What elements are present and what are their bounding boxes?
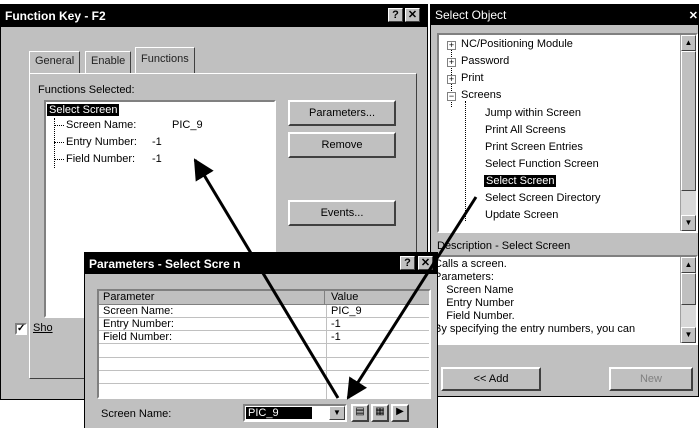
description-line: Entry Number [434, 297, 515, 309]
expand-icon[interactable]: + [447, 41, 456, 50]
browse-icon[interactable]: ▤ [351, 404, 369, 422]
tree-scrollbar[interactable]: ▲ ▼ [680, 35, 696, 231]
tree-item-nc-positioning[interactable]: NC/Positioning Module [461, 38, 573, 50]
description-line: Calls a screen. [434, 258, 507, 270]
scroll-thumb[interactable] [681, 273, 696, 305]
screen-name-value: PIC_9 [246, 407, 312, 419]
tree-item-entry-number[interactable]: Entry Number: -1 [66, 136, 162, 148]
tree-item-screen-name[interactable]: Screen Name: PIC_9 [66, 119, 203, 131]
scroll-down-icon[interactable]: ▼ [681, 215, 696, 231]
table-row[interactable]: Screen Name: PIC_9 [99, 305, 429, 318]
tree-item-password[interactable]: Password [461, 55, 509, 67]
select-object-close-icon[interactable]: ✕ [689, 9, 698, 22]
tree-item-select-screen-directory[interactable]: Select Screen Directory [485, 192, 601, 204]
remove-button[interactable]: Remove [288, 132, 396, 158]
scroll-thumb[interactable] [681, 51, 696, 191]
help-icon[interactable]: ? [400, 256, 415, 270]
description-line: Screen Name [434, 284, 514, 296]
parameters-table[interactable]: Parameter Value Screen Name: PIC_9 Entry… [97, 289, 431, 399]
table-row[interactable]: Entry Number: -1 [99, 318, 429, 331]
chevron-down-icon[interactable]: ▼ [329, 406, 345, 420]
add-button[interactable]: << Add [441, 367, 541, 391]
description-header: Description - Select Screen [437, 240, 571, 252]
parameters-titlebar: Parameters - Select Scre n [85, 253, 437, 274]
scroll-down-icon[interactable]: ▼ [681, 327, 696, 343]
scroll-up-icon[interactable]: ▲ [681, 257, 696, 273]
help-icon[interactable]: ? [388, 8, 403, 22]
tree-item-field-number[interactable]: Field Number: -1 [66, 153, 162, 165]
parameters-dialog: Parameters - Select Scre n ? ✕ Parameter… [84, 252, 438, 428]
function-key-title: Function Key - F2 [5, 9, 106, 23]
show-checkbox-label: Sho [33, 322, 53, 334]
expand-icon[interactable]: + [447, 58, 456, 67]
show-checkbox[interactable]: ✓ [15, 323, 27, 335]
close-icon[interactable]: ✕ [405, 8, 420, 22]
column-header-parameter[interactable]: Parameter [103, 291, 325, 305]
function-key-titlebar: Function Key - F2 [1, 5, 427, 27]
tree-item-print[interactable]: Print [461, 72, 484, 84]
description-line: By specifying the entry numbers, you can [434, 323, 636, 335]
tree-item-jump-within-screen[interactable]: Jump within Screen [485, 107, 581, 119]
functions-selected-label: Functions Selected: [38, 84, 135, 96]
table-row[interactable]: Field Number: -1 [99, 331, 429, 344]
description-line: Parameters: [434, 271, 494, 283]
select-object-title: Select Object [435, 8, 507, 22]
tree-item-screens[interactable]: Screens [461, 89, 501, 101]
description-line: Field Number. [434, 310, 515, 322]
tree-item-print-all-screens[interactable]: Print All Screens [485, 124, 566, 136]
tab-functions[interactable]: Functions [135, 47, 195, 74]
parameters-title: Parameters - Select Scre n [89, 256, 241, 271]
object-tree[interactable]: + + + − NC/Positioning Module Password P… [437, 33, 698, 233]
tab-enable[interactable]: Enable [85, 51, 132, 73]
events-button[interactable]: Events... [288, 200, 396, 226]
play-icon[interactable]: ▶ [391, 404, 409, 422]
table-header: Parameter Value [99, 291, 429, 305]
select-object-titlebar: Select Object [431, 5, 698, 25]
screen-name-combobox[interactable]: PIC_9 ▼ [243, 404, 347, 422]
tree-item-update-screen[interactable]: Update Screen [485, 209, 558, 221]
column-header-value[interactable]: Value [331, 291, 358, 303]
collapse-icon[interactable]: − [447, 92, 456, 101]
select-object-dialog: Select Object ✕ + + + − NC/Positioning M… [430, 4, 699, 397]
new-button[interactable]: New [609, 367, 693, 391]
parameters-button[interactable]: Parameters... [288, 100, 396, 126]
tree-item-print-screen-entries[interactable]: Print Screen Entries [485, 141, 583, 153]
close-icon[interactable]: ✕ [418, 256, 433, 270]
scroll-up-icon[interactable]: ▲ [681, 35, 696, 51]
description-box: Calls a screen. Parameters: Screen Name … [431, 255, 698, 345]
tree-root-select-screen[interactable]: Select Screen [47, 104, 120, 116]
tab-general[interactable]: General [29, 51, 81, 73]
expand-icon[interactable]: + [447, 75, 456, 84]
tree-item-select-function-screen[interactable]: Select Function Screen [485, 158, 599, 170]
description-scrollbar[interactable]: ▲ ▼ [680, 257, 696, 343]
properties-icon[interactable]: ▦ [371, 404, 389, 422]
tree-item-select-screen[interactable]: Select Screen [484, 175, 557, 187]
screen-name-label: Screen Name: [101, 408, 172, 420]
